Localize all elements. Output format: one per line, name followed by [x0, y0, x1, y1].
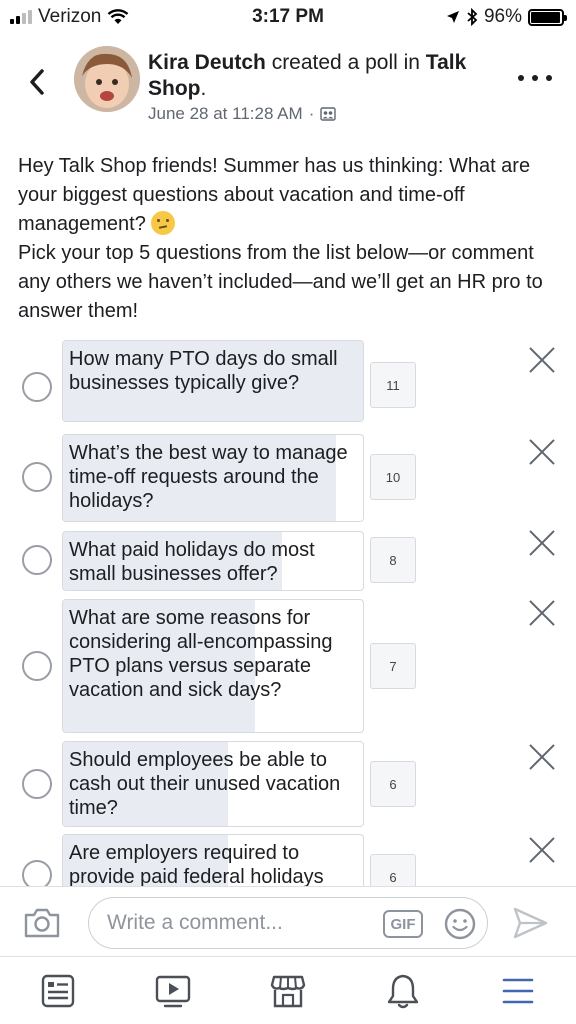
poll-radio-button[interactable]: [22, 860, 52, 886]
poll-option-text: Are employers required to provide paid f…: [69, 842, 324, 886]
post-body: Hey Talk Shop friends! Summer has us thi…: [18, 152, 558, 326]
smiley-icon: [444, 908, 476, 940]
comment-placeholder: Write a comment...: [107, 911, 283, 934]
group-suffix: .: [200, 77, 207, 100]
poll-option-box[interactable]: What are some reasons for considering al…: [62, 599, 364, 733]
author-name[interactable]: Kira Deutch: [148, 51, 266, 74]
poll-option-box[interactable]: Should employees be able to cash out the…: [62, 741, 364, 827]
watch-icon: [155, 975, 190, 1007]
poll-vote-count[interactable]: 6: [370, 761, 416, 807]
gif-button[interactable]: GIF: [383, 910, 423, 938]
poll-option-text: What’s the best way to manage time-off r…: [69, 442, 348, 512]
more-options-button[interactable]: [518, 68, 552, 88]
poll-vote-count[interactable]: 8: [370, 537, 416, 583]
sticker-button[interactable]: [443, 907, 477, 941]
post-title: Kira Deutch created a poll in Talk Shop.: [148, 50, 508, 102]
remove-option-close-icon[interactable]: [528, 743, 556, 771]
group-privacy-icon: [320, 107, 337, 121]
more-dot: [546, 75, 552, 81]
poll-vote-count[interactable]: 7: [370, 643, 416, 689]
notifications-icon: [388, 974, 419, 1008]
camera-button[interactable]: [22, 905, 62, 941]
remove-option-close-icon[interactable]: [528, 599, 556, 627]
more-dot: [518, 75, 524, 81]
poll-radio-button[interactable]: [22, 769, 52, 799]
remove-option-close-icon[interactable]: [528, 438, 556, 466]
remove-option-close-icon[interactable]: [528, 346, 556, 374]
poll-option-box[interactable]: What’s the best way to manage time-off r…: [62, 434, 364, 522]
status-right: 96%: [446, 6, 567, 28]
location-arrow-icon: [446, 11, 459, 23]
battery-percent: 96%: [483, 6, 522, 27]
poll-option-text: Should employees be able to cash out the…: [69, 749, 341, 819]
poll-option-text: How many PTO days do small businesses ty…: [69, 348, 338, 394]
marketplace-icon: [270, 975, 306, 1007]
post-text-instructions: Pick your top 5 questions from the list …: [18, 242, 543, 322]
news-feed-icon: [41, 974, 74, 1007]
poll-vote-count[interactable]: 6: [370, 854, 416, 886]
tab-menu[interactable]: [461, 957, 576, 1024]
comment-input[interactable]: Write a comment... GIF: [88, 897, 488, 949]
poll-radio-button[interactable]: [22, 545, 52, 575]
send-button[interactable]: [510, 905, 550, 941]
tab-marketplace[interactable]: [230, 957, 345, 1024]
poll-option-text: What are some reasons for considering al…: [69, 607, 333, 701]
poll-option-box[interactable]: Are employers required to provide paid f…: [62, 834, 364, 886]
poll-radio-button[interactable]: [22, 651, 52, 681]
author-avatar[interactable]: [74, 46, 140, 112]
tab-notifications[interactable]: [346, 957, 461, 1024]
post-header: Kira Deutch created a poll in Talk Shop.…: [0, 42, 576, 132]
post-text-intro: Hey Talk Shop friends! Summer has us thi…: [18, 155, 531, 235]
poll-vote-count[interactable]: 10: [370, 454, 416, 500]
tab-watch[interactable]: [115, 957, 230, 1024]
send-icon: [513, 907, 548, 939]
thinking-face-emoji: [151, 211, 176, 235]
poll-radio-button[interactable]: [22, 462, 52, 492]
post-action: created a poll in: [265, 51, 426, 74]
poll-radio-button[interactable]: [22, 372, 52, 402]
status-bar: Verizon 3:17 PM 96%: [0, 0, 576, 34]
post-meta: June 28 at 11:28 AM ·: [148, 104, 337, 124]
chevron-left-icon: [30, 69, 44, 95]
avatar-image: [74, 46, 140, 112]
poll-option-box[interactable]: How many PTO days do small businesses ty…: [62, 340, 364, 422]
bottom-tab-bar: [0, 956, 576, 1024]
comment-bar: Write a comment... GIF: [0, 886, 576, 956]
camera-icon: [24, 908, 60, 938]
tab-news-feed[interactable]: [0, 957, 115, 1024]
back-button[interactable]: [22, 62, 52, 102]
remove-option-close-icon[interactable]: [528, 529, 556, 557]
post-timestamp[interactable]: June 28 at 11:28 AM: [148, 104, 303, 124]
bluetooth-icon: [467, 8, 478, 26]
poll-option-text: What paid holidays do most small busines…: [69, 539, 315, 585]
meta-separator: ·: [308, 104, 315, 123]
poll-option-box[interactable]: What paid holidays do most small busines…: [62, 531, 364, 591]
remove-option-close-icon[interactable]: [528, 836, 556, 864]
poll: How many PTO days do small businesses ty…: [0, 340, 576, 886]
menu-icon: [503, 978, 534, 1003]
more-dot: [532, 75, 538, 81]
poll-vote-count[interactable]: 11: [370, 362, 416, 408]
battery-icon: [528, 8, 567, 26]
